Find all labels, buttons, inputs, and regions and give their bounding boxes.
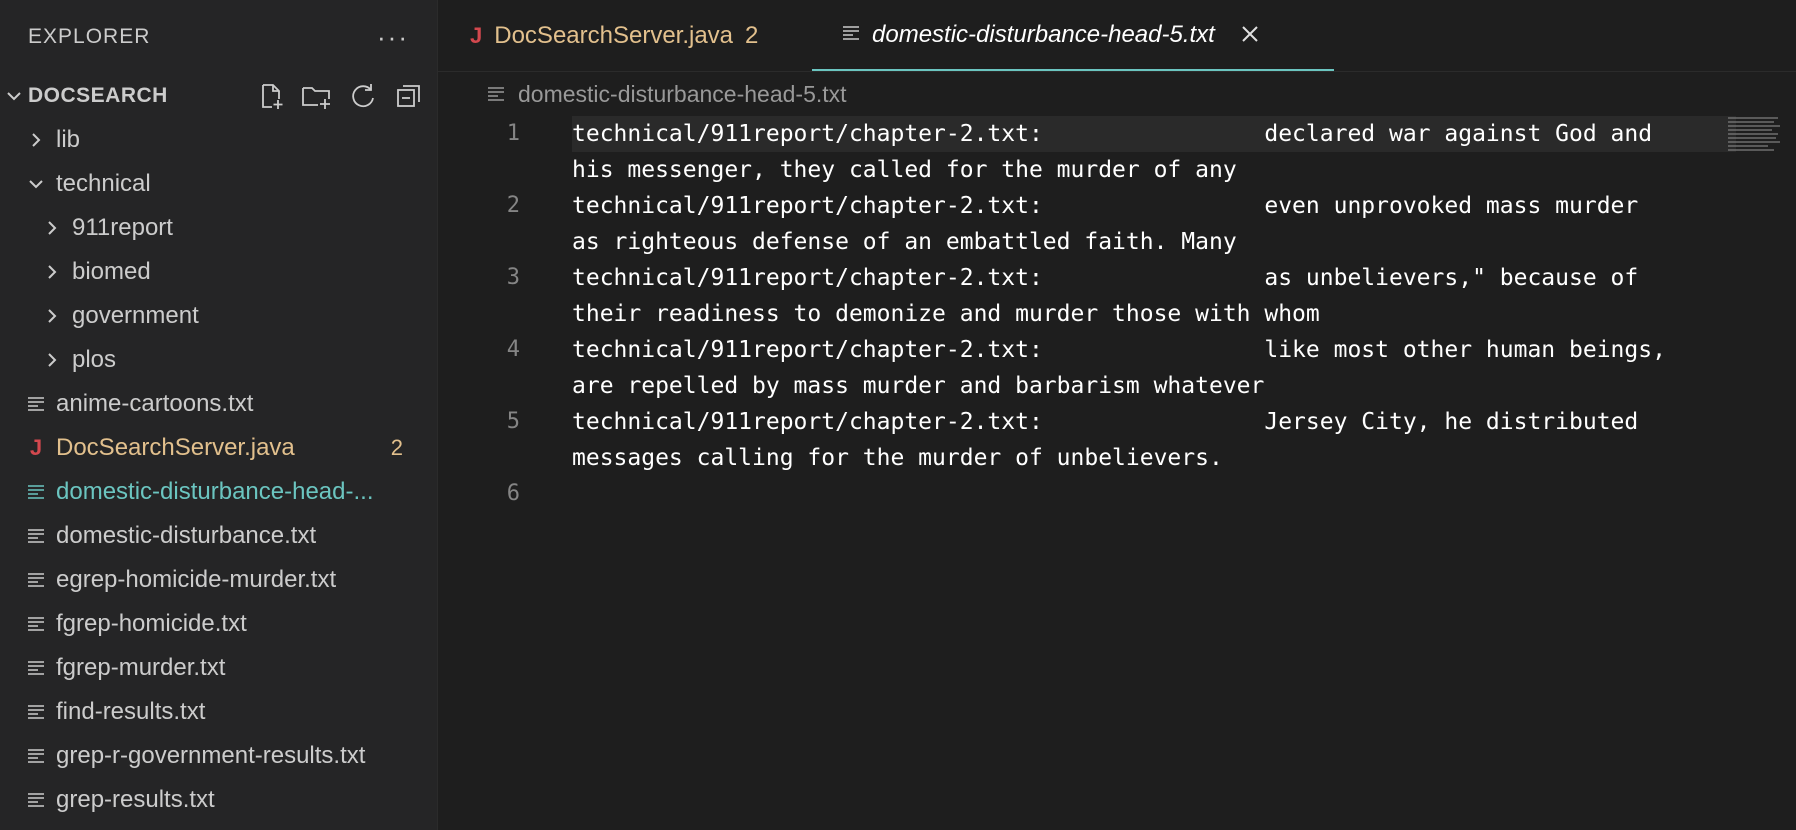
tree-file-domestic-disturbance-head-5[interactable]: domestic-disturbance-head-... — [0, 470, 437, 514]
tree-label: fgrep-homicide.txt — [56, 610, 247, 637]
code-line: 3 technical/911report/chapter-2.txt: as … — [438, 260, 1796, 332]
new-folder-icon[interactable] — [301, 80, 333, 112]
editor-tabs: J DocSearchServer.java 2 domestic-distur… — [438, 0, 1796, 72]
tree-label: domestic-disturbance-head-... — [56, 478, 374, 505]
chevron-down-icon[interactable] — [0, 87, 28, 105]
tree-folder-lib[interactable]: lib — [0, 118, 437, 162]
line-number: 2 — [506, 193, 520, 218]
breadcrumb[interactable]: domestic-disturbance-head-5.txt — [438, 72, 1796, 116]
minimap[interactable] — [1728, 116, 1784, 156]
java-file-icon: J — [470, 22, 483, 48]
tree-label: domestic-disturbance.txt — [56, 522, 317, 549]
editor-area: J DocSearchServer.java 2 domestic-distur… — [438, 0, 1796, 830]
explorer-sidebar: EXPLORER ··· DOCSEARCH lib technical 911… — [0, 0, 438, 830]
tree-file-docsearchserver[interactable]: J DocSearchServer.java 2 — [0, 426, 437, 470]
java-file-icon: J — [29, 435, 43, 460]
line-number: 6 — [506, 481, 520, 506]
code-editor[interactable]: 1 technical/911report/chapter-2.txt: dec… — [438, 116, 1796, 506]
tree-file-fgrep-murder[interactable]: fgrep-murder.txt — [0, 646, 437, 690]
explorer-header: EXPLORER ··· — [0, 0, 437, 74]
line-number: 5 — [506, 409, 520, 434]
line-number: 1 — [506, 121, 520, 146]
line-text: technical/911report/chapter-2.txt: as un… — [572, 265, 1639, 291]
tree-label: technical — [56, 170, 151, 197]
chevron-right-icon[interactable] — [42, 307, 62, 325]
breadcrumb-file: domestic-disturbance-head-5.txt — [518, 80, 847, 107]
tree-file-find-results[interactable]: find-results.txt — [0, 690, 437, 734]
line-text-wrap: his messenger, they called for the murde… — [572, 157, 1237, 183]
tree-file-grep-results[interactable]: grep-results.txt — [0, 778, 437, 822]
tree-label: anime-cartoons.txt — [56, 390, 254, 417]
chevron-right-icon[interactable] — [42, 351, 62, 369]
line-text-wrap: messages calling for the murder of unbel… — [572, 445, 1223, 471]
text-file-icon — [486, 85, 506, 103]
tab-domestic-disturbance-head-5[interactable]: domestic-disturbance-head-5.txt — [812, 0, 1334, 71]
tree-folder-plos[interactable]: plos — [0, 338, 437, 382]
text-file-icon — [26, 703, 46, 721]
tree-label: fgrep-murder.txt — [56, 654, 226, 681]
chevron-right-icon[interactable] — [26, 131, 46, 149]
line-number: 4 — [506, 337, 520, 362]
text-file-icon — [26, 571, 46, 589]
tree-file-egrep-homicide-murder[interactable]: egrep-homicide-murder.txt — [0, 558, 437, 602]
chevron-right-icon[interactable] — [42, 219, 62, 237]
text-file-icon — [26, 615, 46, 633]
line-text: technical/911report/chapter-2.txt: even … — [572, 193, 1639, 219]
tree-folder-biomed[interactable]: biomed — [0, 250, 437, 294]
line-text-wrap: their readiness to demonize and murder t… — [572, 301, 1320, 327]
code-line: 2 technical/911report/chapter-2.txt: eve… — [438, 188, 1796, 260]
tree-label: grep-results.txt — [56, 786, 215, 813]
chevron-right-icon[interactable] — [42, 263, 62, 281]
tree-label: lib — [56, 126, 81, 153]
workspace-title: DOCSEARCH — [28, 84, 168, 107]
code-line: 1 technical/911report/chapter-2.txt: dec… — [438, 116, 1796, 188]
close-icon[interactable] — [1241, 19, 1259, 50]
text-file-icon — [26, 747, 46, 765]
text-file-icon — [26, 483, 46, 501]
line-number: 3 — [506, 265, 520, 290]
tree-label: plos — [72, 346, 117, 373]
tree-file-domestic-disturbance[interactable]: domestic-disturbance.txt — [0, 514, 437, 558]
tree-label: grep-r-government-results.txt — [56, 742, 366, 769]
code-line: 5 technical/911report/chapter-2.txt: Jer… — [438, 404, 1796, 476]
text-file-icon — [26, 527, 46, 545]
tree-folder-government[interactable]: government — [0, 294, 437, 338]
line-text: technical/911report/chapter-2.txt: like … — [572, 337, 1666, 363]
tree-label: government — [72, 302, 199, 329]
line-text-wrap: are repelled by mass murder and barbaris… — [572, 373, 1265, 399]
tree-file-grep-r-government-results[interactable]: grep-r-government-results.txt — [0, 734, 437, 778]
tree-folder-911report[interactable]: 911report — [0, 206, 437, 250]
tree-label: biomed — [72, 258, 151, 285]
text-file-icon — [26, 659, 46, 677]
tab-label: DocSearchServer.java — [494, 21, 734, 49]
more-actions-button[interactable]: ··· — [377, 24, 409, 50]
file-tree: lib technical 911report biomed governmen… — [0, 118, 437, 822]
tab-label: domestic-disturbance-head-5.txt — [872, 20, 1215, 48]
text-file-icon — [26, 395, 46, 413]
chevron-down-icon[interactable] — [26, 175, 46, 193]
line-text-wrap: as righteous defense of an embattled fai… — [572, 229, 1237, 255]
problems-badge: 2 — [745, 21, 759, 49]
text-file-icon — [26, 791, 46, 809]
line-text: technical/911report/chapter-2.txt: Jerse… — [572, 409, 1639, 435]
workspace-section-header[interactable]: DOCSEARCH — [0, 74, 437, 118]
tree-folder-technical[interactable]: technical — [0, 162, 437, 206]
tree-label: egrep-homicide-murder.txt — [56, 566, 337, 593]
text-file-icon — [842, 21, 860, 49]
problems-badge: 2 — [390, 435, 403, 460]
tree-file-anime-cartoons[interactable]: anime-cartoons.txt — [0, 382, 437, 426]
code-line: 4 technical/911report/chapter-2.txt: lik… — [438, 332, 1796, 404]
new-file-icon[interactable] — [255, 80, 287, 112]
tree-file-fgrep-homicide[interactable]: fgrep-homicide.txt — [0, 602, 437, 646]
tree-label: DocSearchServer.java — [56, 434, 295, 461]
tree-label: 911report — [72, 214, 173, 241]
line-text: technical/911report/chapter-2.txt: decla… — [572, 121, 1653, 147]
refresh-icon[interactable] — [347, 80, 379, 112]
collapse-all-icon[interactable] — [393, 80, 425, 112]
explorer-title: EXPLORER — [28, 25, 151, 48]
tab-docsearchserver[interactable]: J DocSearchServer.java 2 — [438, 0, 812, 71]
tree-label: find-results.txt — [56, 698, 206, 725]
